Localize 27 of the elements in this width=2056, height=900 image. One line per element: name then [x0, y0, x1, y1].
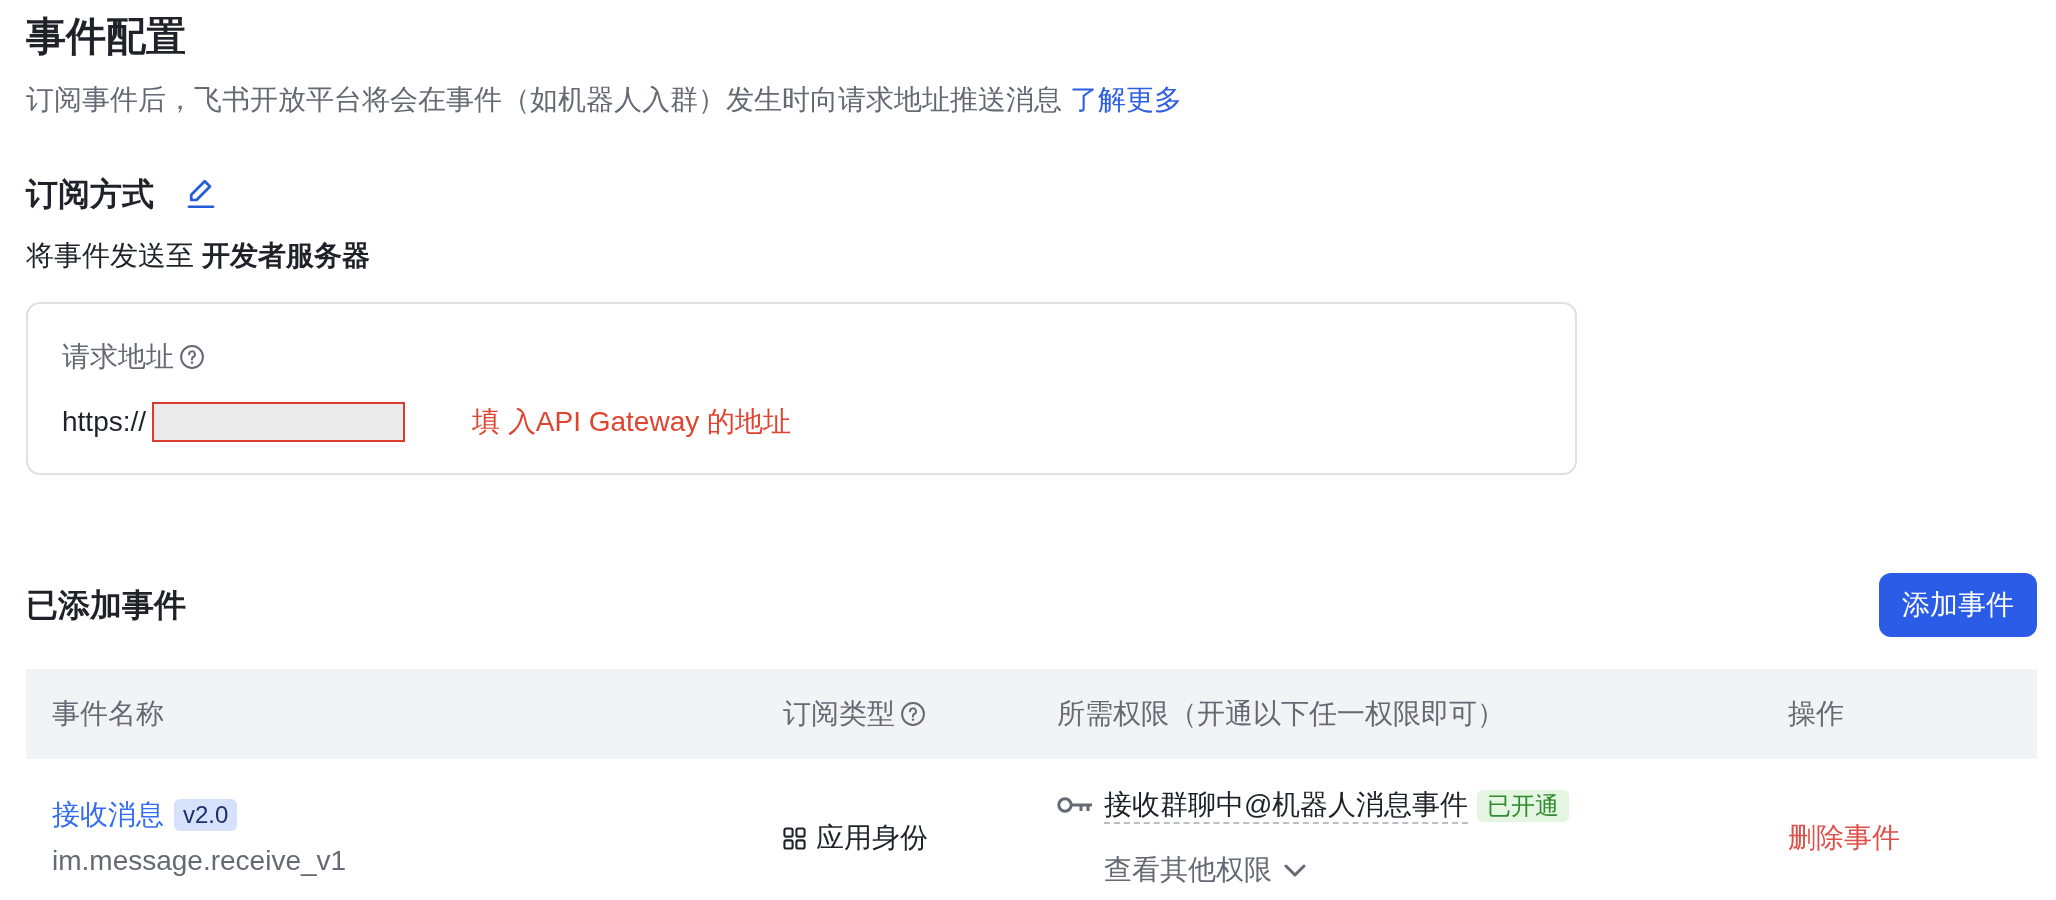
- help-icon: [180, 345, 204, 369]
- view-more-permissions-button[interactable]: 查看其他权限: [1104, 850, 1306, 890]
- column-header: 订阅类型: [783, 697, 895, 731]
- status-tag: 已开通: [1477, 790, 1570, 822]
- delete-event-link[interactable]: 删除事件: [1788, 822, 1900, 853]
- column-header: 所需权限（开通以下任一权限即可）: [1057, 697, 1505, 731]
- version-tag: v2.0: [174, 799, 238, 831]
- event-name-link[interactable]: 接收消息: [52, 795, 164, 835]
- section-title: 订阅方式: [26, 175, 154, 214]
- section-title: 已添加事件: [26, 586, 186, 625]
- description-text: 订阅事件后，飞书开放平台将会在事件（如机器人入群）发生时向请求地址推送消息 了解更多: [26, 83, 1182, 117]
- request-url-label: 请求地址: [62, 340, 174, 374]
- column-header: 事件名称: [52, 697, 164, 731]
- url-prefix-text: https://: [62, 406, 147, 438]
- permission-name: 接收群聊中@机器人消息事件: [1104, 788, 1469, 824]
- column-header: 操作: [1788, 697, 1844, 731]
- add-event-button[interactable]: 添加事件: [1879, 573, 2037, 637]
- pencil-icon[interactable]: [187, 179, 215, 209]
- page-title: 事件配置: [26, 13, 186, 60]
- grid-icon: [783, 826, 806, 850]
- subscription-type-text: 应用身份: [816, 821, 928, 855]
- event-key-text: im.message.receive_v1: [52, 844, 347, 878]
- key-icon: [1057, 796, 1093, 816]
- annotation-text: 填 入API Gateway 的地址: [472, 405, 791, 439]
- chevron-down-icon: [1284, 863, 1306, 877]
- learn-more-link[interactable]: 了解更多: [1069, 84, 1182, 115]
- delivery-summary-text: 将事件发送至 开发者服务器: [26, 239, 370, 273]
